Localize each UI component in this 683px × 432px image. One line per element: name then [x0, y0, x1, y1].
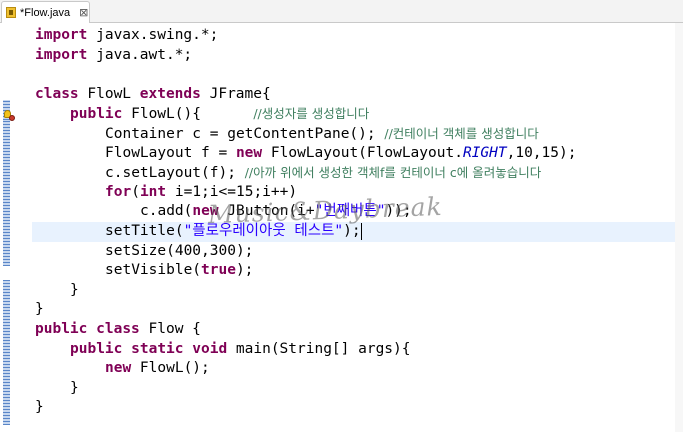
keyword: new: [192, 203, 219, 220]
tab-title: *Flow.java: [20, 6, 71, 19]
keyword: for: [105, 183, 132, 200]
code-comment: //아까 위에서 생성한 객체f를 컨테이너 c에 올려놓습니다: [244, 165, 542, 181]
code-line[interactable]: FlowLayout f = new FlowLayout(FlowLayout…: [32, 144, 675, 164]
string-literal: "플로우레이아웃 테스트": [183, 223, 344, 239]
code-line[interactable]: }: [32, 300, 675, 320]
keyword: public: [70, 340, 123, 357]
change-marker: [3, 120, 10, 266]
keyword: new: [105, 360, 132, 377]
keyword: public: [35, 321, 88, 337]
code-text: java.awt.*;: [87, 46, 193, 63]
code-line[interactable]: setSize(400,300);: [32, 242, 675, 262]
code-text: }: [35, 399, 44, 416]
java-file-icon: [6, 7, 16, 18]
code-line[interactable]: }: [32, 281, 675, 301]
code-text: FlowLayout(FlowLayout.: [262, 144, 463, 161]
code-line[interactable]: class FlowL extends JFrame{: [32, 85, 675, 105]
code-text: javax.swing.*;: [87, 27, 219, 43]
code-line[interactable]: import javax.swing.*;: [32, 26, 675, 46]
code-text: }: [70, 281, 79, 298]
static-constant: RIGHT: [462, 144, 507, 161]
code-text: setTitle(: [105, 223, 184, 239]
code-line[interactable]: }: [32, 379, 675, 399]
close-icon[interactable]: ⊠: [79, 6, 88, 19]
string-literal: "번째버튼": [314, 203, 386, 220]
code-text: }: [35, 301, 44, 318]
code-line[interactable]: c.setLayout(f); //아까 위에서 생성한 객체f를 컨테이너 c…: [32, 163, 675, 183]
overview-ruler: [675, 23, 683, 432]
code-text: (: [131, 183, 140, 200]
keyword: public: [70, 106, 123, 123]
code-text: ,10,15);: [506, 144, 577, 161]
code-text: FlowL(){: [122, 106, 254, 123]
keyword: class: [35, 85, 79, 102]
editor-gutter: [0, 23, 32, 432]
code-text: main(String[] args){: [227, 340, 411, 357]
code-text: c.setLayout(f);: [105, 165, 245, 182]
code-text: );: [343, 223, 361, 239]
code-text: setSize(400,300);: [105, 242, 254, 259]
code-line[interactable]: public class Flow {: [32, 320, 675, 340]
code-text: Flow {: [139, 321, 201, 337]
code-text: FlowL();: [131, 360, 210, 377]
code-text: FlowLayout f =: [105, 144, 236, 161]
keyword: void: [192, 340, 228, 357]
code-text: i=1;i<=15;i++): [166, 183, 298, 200]
code-text: }: [70, 379, 79, 396]
keyword: true: [201, 262, 236, 279]
keyword: int: [139, 183, 167, 200]
code-text: setVisible(: [105, 262, 202, 279]
code-text: ));: [385, 203, 412, 220]
warning-lightbulb-icon[interactable]: [4, 110, 15, 121]
editor-tab-bar: *Flow.java ⊠: [0, 0, 683, 23]
code-line[interactable]: c.add(new JButton(i+"번째버튼"));: [32, 202, 675, 222]
change-marker: [3, 280, 10, 425]
keyword: class: [96, 321, 140, 337]
code-line[interactable]: setVisible(true);: [32, 261, 675, 281]
code-line[interactable]: Container c = getContentPane(); //컨테이너 객…: [32, 124, 675, 144]
code-line[interactable]: }: [32, 398, 675, 418]
code-line-current[interactable]: setTitle("플로우레이아웃 테스트");: [32, 222, 675, 242]
code-comment: //생성자를 생성합니다: [253, 106, 370, 122]
keyword: static: [131, 340, 184, 357]
code-line[interactable]: for(int i=1;i<=15;i++): [32, 183, 675, 203]
text-caret: [360, 222, 362, 240]
keyword: import: [35, 27, 88, 43]
code-line[interactable]: new FlowL();: [32, 359, 675, 379]
code-line[interactable]: import java.awt.*;: [32, 46, 675, 66]
keyword: extends: [139, 85, 201, 102]
code-line[interactable]: public FlowL(){ //생성자를 생성합니다: [32, 104, 675, 124]
code-text: JFrame{: [200, 85, 271, 102]
keyword: import: [35, 46, 88, 63]
tab-flow-java[interactable]: *Flow.java ⊠: [1, 1, 90, 23]
code-line[interactable]: public static void main(String[] args){: [32, 340, 675, 360]
keyword: new: [235, 144, 263, 161]
code-text: FlowL: [78, 85, 140, 102]
code-text: JButton(i+: [218, 203, 315, 220]
code-text: );: [235, 262, 254, 279]
code-comment: //컨테이너 객체를 생성합니다: [384, 126, 539, 141]
code-text: c.add(: [140, 203, 193, 220]
code-text: Container c = getContentPane();: [105, 126, 385, 142]
